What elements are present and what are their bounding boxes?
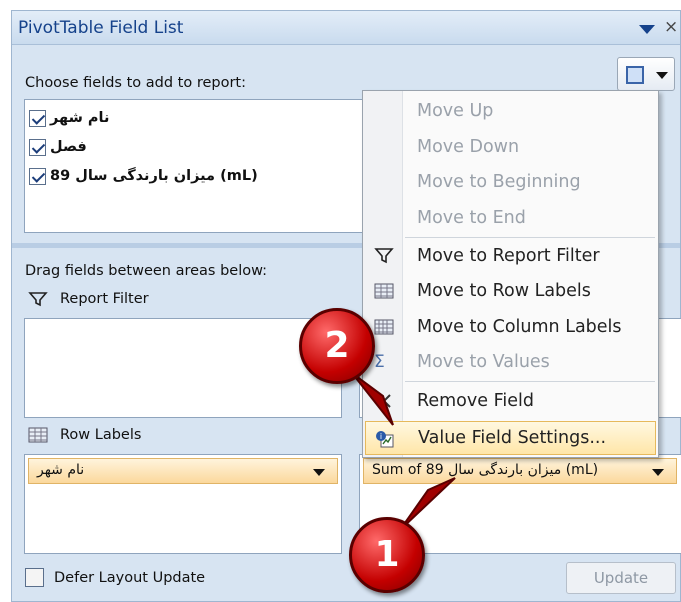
arrow-step-2 [351,372,394,426]
arrow-step-1 [399,477,456,531]
step-1-badge: 1 [349,517,425,593]
annotation-arrows [351,372,456,531]
step-2-badge: 2 [299,308,375,384]
